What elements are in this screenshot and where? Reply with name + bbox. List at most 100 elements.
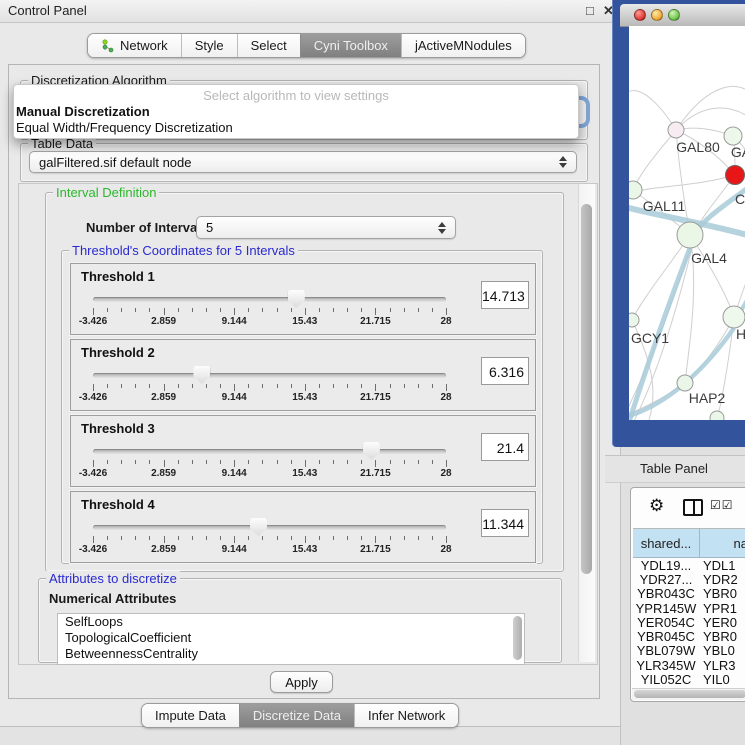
tab-select[interactable]: Select — [237, 34, 300, 57]
attribute-list-item[interactable]: TopologicalCoefficient — [58, 630, 524, 646]
attribute-list-item[interactable]: SelfLoops — [58, 614, 524, 630]
tab-impute-data[interactable]: Impute Data — [142, 704, 239, 727]
table-row[interactable]: YBL079WYBL0 — [633, 644, 745, 658]
table-cell[interactable]: YLR345W — [633, 658, 699, 672]
table-row[interactable]: YIL052CYIL0 — [633, 672, 745, 686]
threshold-3-slider[interactable]: -3.4262.8599.14415.4321.71528 — [93, 444, 446, 480]
table-cell[interactable]: YBL079W — [633, 644, 699, 658]
tick-label: 21.715 — [360, 468, 391, 479]
table-cell[interactable]: YDR2 — [699, 572, 745, 586]
table-hscrollbar-thumb[interactable] — [634, 690, 745, 698]
network-node[interactable] — [726, 166, 745, 185]
network-node[interactable] — [724, 127, 742, 145]
list-scrollbar[interactable] — [513, 616, 522, 660]
table-data-combobox[interactable]: galFiltered.sif default node — [29, 151, 577, 173]
table-cell[interactable]: YBL0 — [699, 644, 745, 658]
network-node[interactable] — [677, 222, 703, 248]
network-node[interactable] — [710, 411, 724, 420]
network-window-titlebar[interactable] — [620, 4, 745, 27]
tick-mark — [121, 536, 122, 540]
apply-button[interactable]: Apply — [270, 671, 333, 693]
number-of-intervals-combobox[interactable]: 5 — [196, 216, 456, 239]
table-cell[interactable]: YER054C — [633, 615, 699, 629]
slider-track[interactable] — [93, 525, 446, 530]
numerical-attributes-list[interactable]: SelfLoopsTopologicalCoefficientBetweenne… — [57, 613, 525, 665]
split-columns-icon[interactable] — [683, 499, 703, 516]
table-row[interactable]: YPR145WYPR1 — [633, 601, 745, 615]
threshold-3-value-field[interactable]: 21.4 — [481, 433, 529, 461]
table-cell[interactable]: YBR0 — [699, 587, 745, 601]
slider-thumb[interactable] — [288, 290, 305, 308]
network-node[interactable] — [629, 313, 639, 327]
tab-cyni-toolbox[interactable]: Cyni Toolbox — [300, 34, 401, 57]
table-cell[interactable]: YDL1 — [699, 558, 745, 572]
table-row[interactable]: YBR045CYBR0 — [633, 629, 745, 643]
tab-network[interactable]: Network — [88, 34, 181, 57]
threshold-2-label: Threshold 2 — [81, 345, 155, 360]
table-cell[interactable]: YIL052C — [633, 672, 699, 686]
network-node-label: GCY1 — [631, 330, 669, 346]
tab-jactivemnodules[interactable]: jActiveMNodules — [401, 34, 525, 57]
network-node[interactable] — [677, 375, 693, 391]
tick-mark — [361, 384, 362, 388]
dropdown-item-equal-width[interactable]: Equal Width/Frequency Discretization — [16, 120, 576, 135]
threshold-1-slider[interactable]: -3.4262.8599.14415.4321.71528 — [93, 292, 446, 328]
table-row[interactable]: YBR043CYBR0 — [633, 587, 745, 601]
table-cell[interactable]: YDR27... — [633, 572, 699, 586]
tick-mark — [262, 536, 263, 540]
tick-mark — [135, 384, 136, 388]
table-cell[interactable]: YIL0 — [699, 672, 745, 686]
table-row[interactable]: YDR27...YDR2 — [633, 572, 745, 586]
table-cell[interactable]: YBR0 — [699, 629, 745, 643]
tick-mark — [93, 460, 94, 467]
network-node[interactable] — [629, 181, 642, 199]
threshold-4-value-field[interactable]: 11.344 — [481, 509, 529, 537]
table-cell[interactable]: YLR3 — [699, 658, 745, 672]
attribute-list-item[interactable]: BetweennessCentrality — [58, 646, 524, 662]
slider-track[interactable] — [93, 449, 446, 454]
slider-track[interactable] — [93, 373, 446, 378]
gear-icon[interactable]: ⚙ — [649, 496, 664, 516]
select-columns-icon[interactable]: ☑☑ — [710, 498, 734, 512]
tick-mark — [333, 308, 334, 312]
threshold-4-slider[interactable]: -3.4262.8599.14415.4321.71528 — [93, 520, 446, 556]
table-cell[interactable]: YER0 — [699, 615, 745, 629]
slider-track[interactable] — [93, 297, 446, 302]
dropdown-item-manual-discretization[interactable]: Manual Discretization — [16, 104, 576, 119]
tab-discretize-data[interactable]: Discretize Data — [239, 704, 354, 727]
table-cell[interactable]: YBR045C — [633, 629, 699, 643]
threshold-1-value-field[interactable]: 14.713 — [481, 281, 529, 309]
threshold-2-value-field[interactable]: 6.316 — [481, 357, 529, 385]
close-traffic-light-icon[interactable] — [634, 9, 646, 21]
network-node-label: GAL4 — [691, 250, 727, 266]
tab-style[interactable]: Style — [181, 34, 237, 57]
tab-infer-network[interactable]: Infer Network — [354, 704, 458, 727]
slider-tick-labels: -3.4262.8599.14415.4321.71528 — [93, 544, 446, 556]
panel-vertical-scrollbar[interactable] — [578, 184, 595, 662]
panel-scrollbar-thumb[interactable] — [581, 204, 592, 574]
slider-thumb[interactable] — [193, 366, 210, 384]
tick-mark — [375, 308, 376, 315]
table-cell[interactable]: YPR1 — [699, 601, 745, 615]
slider-thumb[interactable] — [363, 442, 380, 460]
float-window-icon[interactable]: □ — [586, 3, 594, 18]
table-row[interactable]: YDL19...YDL1 — [633, 558, 745, 572]
table-cell[interactable]: YDL19... — [633, 558, 699, 572]
slider-thumb[interactable] — [250, 518, 267, 536]
column-header-name[interactable]: na — [700, 529, 745, 557]
network-node[interactable] — [668, 122, 684, 138]
network-node[interactable] — [723, 306, 745, 328]
zoom-traffic-light-icon[interactable] — [668, 9, 680, 21]
attributes-group-title: Attributes to discretize — [46, 571, 180, 586]
table-row[interactable]: YLR345WYLR3 — [633, 658, 745, 672]
minimize-traffic-light-icon[interactable] — [651, 9, 663, 21]
threshold-2-slider[interactable]: -3.4262.8599.14415.4321.71528 — [93, 368, 446, 404]
network-view-canvas[interactable]: GAL80GACGAL11GAL4GCY1HHAP2 — [629, 26, 745, 420]
table-cell[interactable]: YBR043C — [633, 587, 699, 601]
table-horizontal-scrollbar[interactable] — [632, 688, 745, 700]
tick-label: 15.43 — [292, 316, 317, 327]
tick-mark — [375, 536, 376, 543]
table-row[interactable]: YER054CYER0 — [633, 615, 745, 629]
column-header-shared-name[interactable]: shared... — [633, 529, 700, 557]
table-cell[interactable]: YPR145W — [633, 601, 699, 615]
